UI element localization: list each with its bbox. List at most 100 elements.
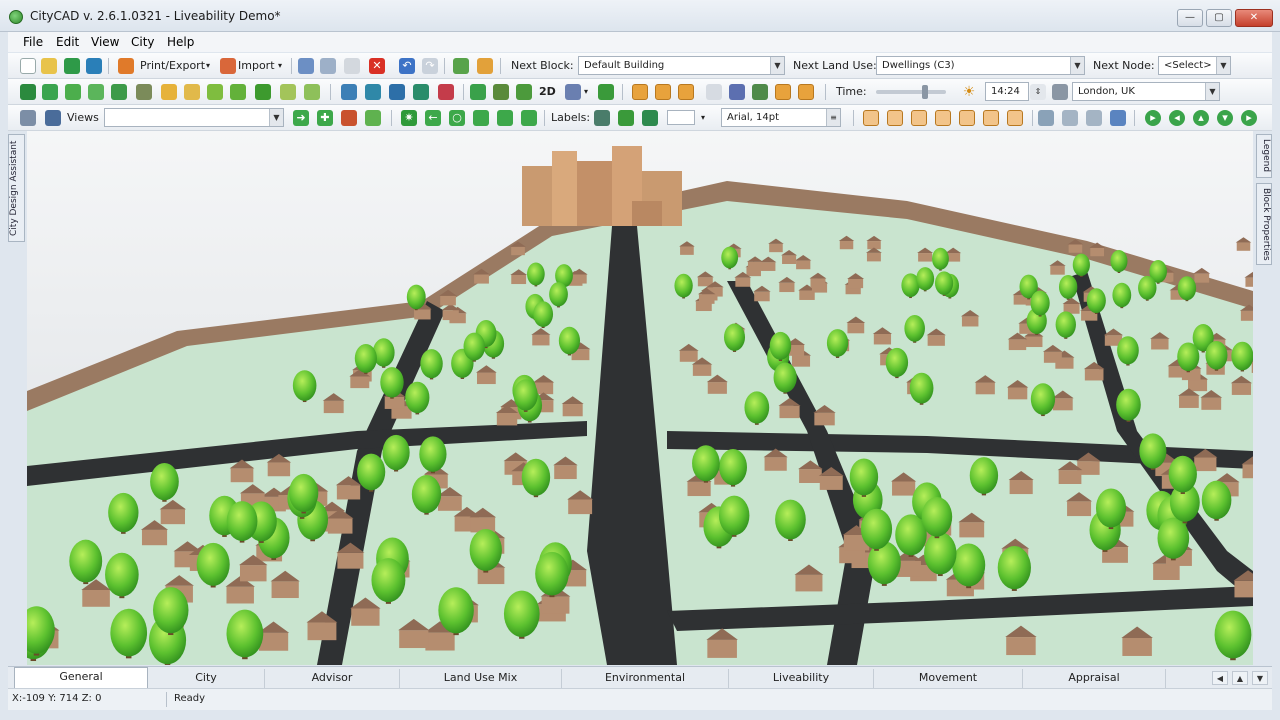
angle-tool-icon[interactable] <box>1007 110 1023 126</box>
street-icon[interactable] <box>111 84 127 100</box>
node-icon[interactable] <box>65 84 81 100</box>
save-icon[interactable] <box>64 58 80 74</box>
label-style-select[interactable] <box>667 110 695 125</box>
remove-view-icon[interactable] <box>341 110 357 126</box>
down-icon[interactable]: ▾ <box>1217 110 1233 126</box>
next-node-select[interactable]: <Select> ▼ <box>1158 56 1231 75</box>
chevron-down-icon[interactable]: ▼ <box>1216 57 1230 74</box>
tick-icon[interactable] <box>280 84 296 100</box>
chevron-down-icon[interactable]: ▼ <box>1070 57 1084 74</box>
cut-icon[interactable] <box>298 58 314 74</box>
check-list-icon[interactable] <box>1062 110 1078 126</box>
target-icon[interactable] <box>521 110 537 126</box>
validate-icon[interactable] <box>230 84 246 100</box>
chevron-down-icon[interactable]: ▾ <box>278 61 282 70</box>
next-land-use-select[interactable]: Dwellings (C3) ▼ <box>876 56 1085 75</box>
location-select[interactable]: London, UK ▼ <box>1072 82 1220 101</box>
add-view-icon[interactable]: ✚ <box>317 110 333 126</box>
views-panel-icon[interactable] <box>20 110 36 126</box>
brush-icon[interactable] <box>184 84 200 100</box>
highlight-star-icon[interactable] <box>678 84 694 100</box>
check-icon[interactable] <box>207 84 223 100</box>
report-icon[interactable] <box>438 84 454 100</box>
frontage-tool-icon[interactable] <box>983 110 999 126</box>
grid-toggle-icon[interactable] <box>706 84 722 100</box>
profile-tool-icon[interactable] <box>935 110 951 126</box>
3d-city-viewport[interactable] <box>27 131 1253 665</box>
label-pin-icon[interactable] <box>642 110 658 126</box>
print-export-icon[interactable] <box>118 58 134 74</box>
menu-edit[interactable]: Edit <box>56 35 79 49</box>
block-tool-icon[interactable] <box>136 84 152 100</box>
play-icon[interactable]: ▸ <box>1145 110 1161 126</box>
open-folder-icon[interactable] <box>41 58 57 74</box>
table-icon[interactable] <box>389 84 405 100</box>
menu-view[interactable]: View <box>91 35 119 49</box>
prev-icon[interactable]: ◂ <box>1169 110 1185 126</box>
layer-icon[interactable] <box>365 84 381 100</box>
eye-icon[interactable] <box>473 110 489 126</box>
approve-icon[interactable] <box>304 84 320 100</box>
pan-tool-icon[interactable] <box>477 58 493 74</box>
camera-icon[interactable] <box>497 110 513 126</box>
density-tool-icon[interactable] <box>959 110 975 126</box>
search-icon[interactable] <box>45 110 61 126</box>
measure-tool-icon[interactable] <box>887 110 903 126</box>
label-pen-icon[interactable] <box>594 110 610 126</box>
globe-blue-icon[interactable] <box>1110 110 1126 126</box>
import-button[interactable]: Import <box>238 59 275 72</box>
back-icon[interactable]: ← <box>425 110 441 126</box>
print-export-button[interactable]: Print/Export <box>140 59 205 72</box>
filter-icon[interactable] <box>1086 110 1102 126</box>
label-box-icon[interactable] <box>618 110 634 126</box>
refresh-icon[interactable]: ○ <box>449 110 465 126</box>
menu-city[interactable]: City <box>131 35 155 49</box>
up-icon[interactable]: ▴ <box>1193 110 1209 126</box>
menu-file[interactable]: File <box>23 35 43 49</box>
grid-icon[interactable] <box>341 84 357 100</box>
view-copy-icon[interactable] <box>365 110 381 126</box>
tab-advisor[interactable]: Advisor <box>265 669 400 688</box>
undo-icon[interactable]: ↶ <box>399 58 415 74</box>
graph-icon[interactable] <box>1038 110 1054 126</box>
time-slider[interactable] <box>876 85 946 99</box>
tabs-prev-icon[interactable]: ◀ <box>1212 671 1228 685</box>
mode-2d-button[interactable]: 2D <box>539 85 556 98</box>
menu-help[interactable]: Help <box>167 35 194 49</box>
sparkle-icon[interactable]: ✷ <box>401 110 417 126</box>
minimize-button[interactable]: — <box>1177 9 1203 27</box>
pointer-icon[interactable] <box>20 84 36 100</box>
delete-icon[interactable]: ✕ <box>369 58 385 74</box>
select-tool-icon[interactable] <box>453 58 469 74</box>
add-node-icon[interactable] <box>88 84 104 100</box>
forward-icon[interactable]: ➜ <box>293 110 309 126</box>
check-green-icon[interactable] <box>255 84 271 100</box>
chevron-down-icon[interactable]: ▼ <box>1205 83 1219 100</box>
move-icon[interactable] <box>42 84 58 100</box>
person-icon[interactable] <box>752 84 768 100</box>
copy-icon[interactable] <box>320 58 336 74</box>
chevron-down-icon[interactable]: ▾ <box>584 87 588 96</box>
chevron-down-icon[interactable]: ▼ <box>269 109 283 126</box>
tabs-down-icon[interactable]: ▼ <box>1252 671 1268 685</box>
chevron-down-icon[interactable]: ▼ <box>770 57 784 74</box>
new-file-icon[interactable] <box>20 58 36 74</box>
import-icon[interactable] <box>220 58 236 74</box>
globe-icon[interactable] <box>516 84 532 100</box>
next-icon[interactable]: ▸ <box>1241 110 1257 126</box>
city-design-assistant-tab[interactable]: City Design Assistant <box>8 134 25 242</box>
tabs-up-icon[interactable]: ▲ <box>1232 671 1248 685</box>
views-select[interactable]: ▼ <box>104 108 284 127</box>
chart-icon[interactable] <box>413 84 429 100</box>
highlight-circle-icon[interactable] <box>655 84 671 100</box>
chevron-down-icon[interactable]: ▾ <box>701 113 705 122</box>
block-properties-tab[interactable]: Block Properties <box>1256 183 1272 265</box>
height-tool-icon[interactable] <box>863 110 879 126</box>
pencil-icon[interactable] <box>161 84 177 100</box>
citycad-app-icon[interactable] <box>9 10 23 24</box>
rotate-icon[interactable] <box>493 84 509 100</box>
tab-city[interactable]: City <box>148 669 265 688</box>
tab-movement[interactable]: Movement <box>874 669 1023 688</box>
font-select[interactable]: Arial, 14pt ≡ <box>721 108 841 127</box>
tab-appraisal[interactable]: Appraisal <box>1023 669 1166 688</box>
